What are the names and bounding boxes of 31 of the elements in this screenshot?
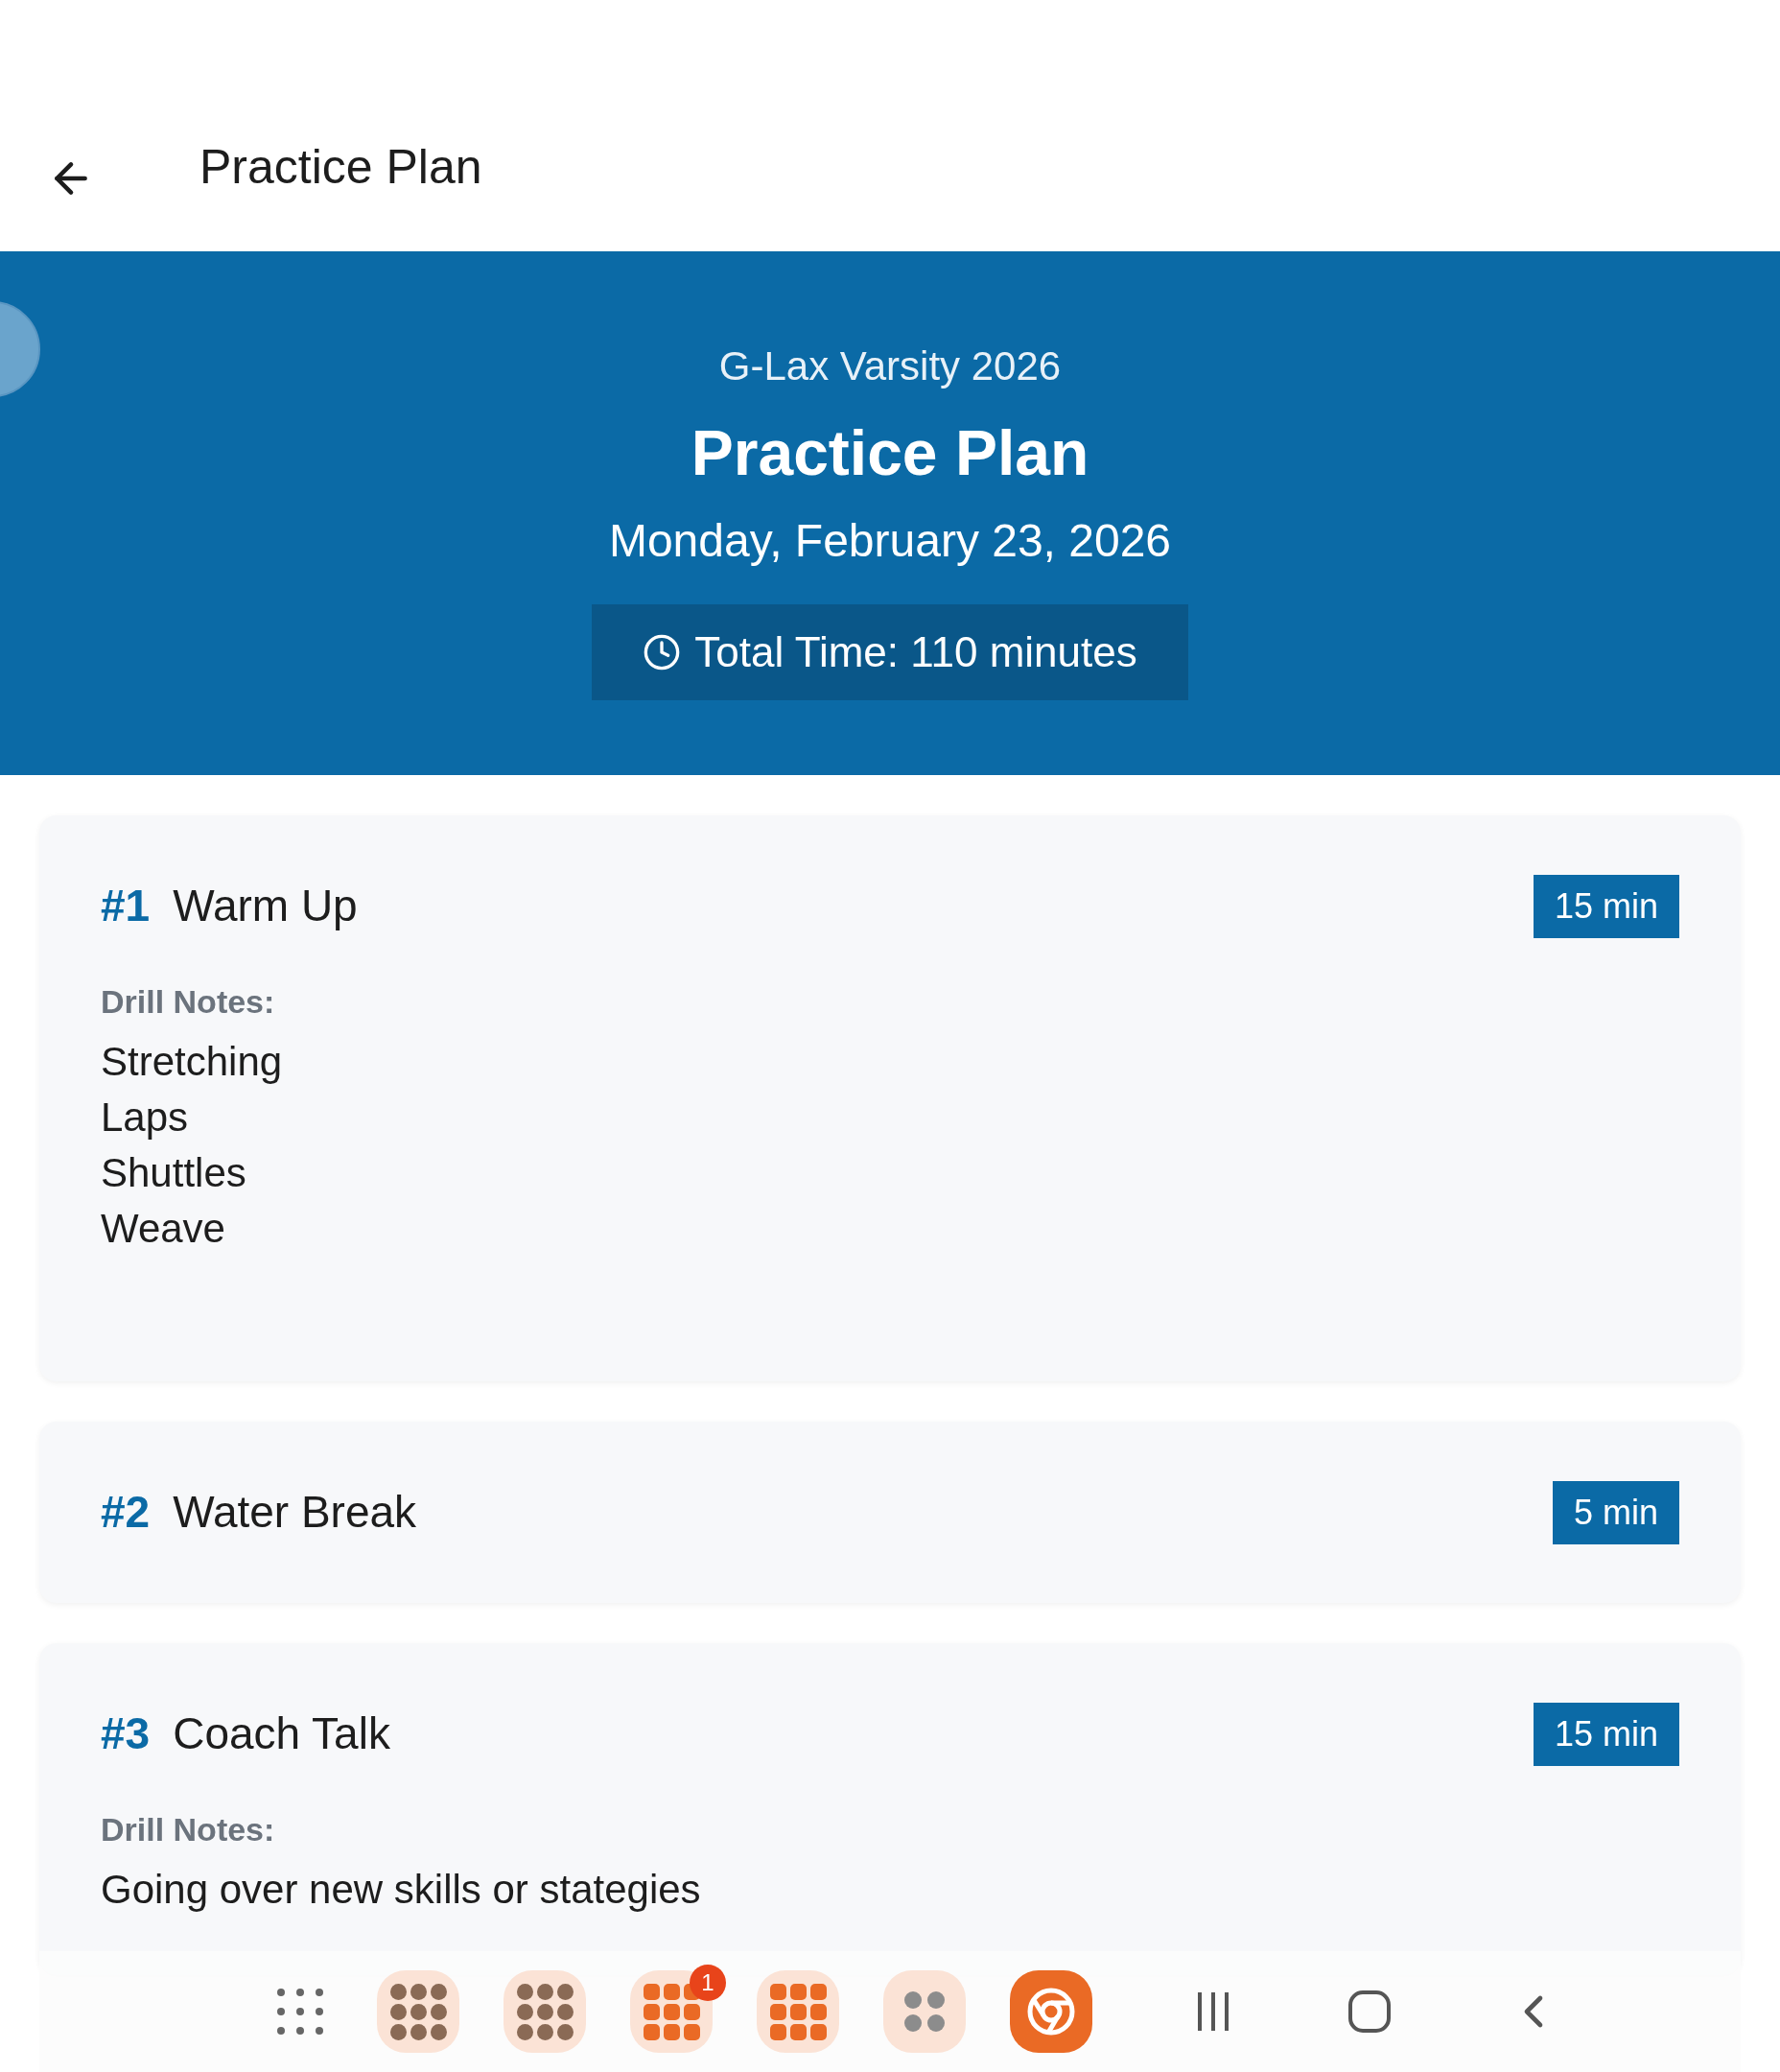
notification-badge: 1	[690, 1965, 726, 2001]
drill-note: Shuttles	[101, 1149, 247, 1197]
drill-title: Warm Up	[173, 880, 358, 932]
drill-note: Stretching	[101, 1038, 284, 1086]
clock-icon	[643, 633, 682, 671]
app-folder-icon[interactable]	[630, 1970, 713, 2053]
notes-label: Drill Notes:	[101, 982, 276, 1022]
drill-note: Laps	[101, 1094, 190, 1142]
drill-title: Coach Talk	[173, 1707, 390, 1760]
app-folder-icon[interactable]	[757, 1970, 839, 2053]
duration-badge: 5 min	[1552, 1480, 1679, 1544]
notes-label: Drill Notes:	[101, 1810, 276, 1849]
drill-number: #2	[101, 1486, 151, 1539]
duration-badge: 15 min	[1533, 1702, 1679, 1766]
page-title: Practice Plan	[199, 139, 482, 196]
app-folder-icon[interactable]	[504, 1970, 586, 2053]
drill-note: Going over new skills or stategies	[101, 1866, 702, 1914]
app-folder-icon[interactable]	[377, 1970, 459, 2053]
drill-number: #3	[101, 1707, 151, 1760]
total-time: Total Time: 110 minutes	[694, 627, 1137, 677]
browser-icon[interactable]	[1010, 1970, 1092, 2053]
duration-badge: 15 min	[1533, 874, 1679, 938]
plan-title: Practice Plan	[691, 416, 1089, 490]
drill-title: Water Break	[173, 1486, 417, 1539]
home-icon[interactable]	[1347, 1990, 1392, 2034]
team-name: G-Lax Varsity 2026	[718, 342, 1062, 390]
app-folder-icon[interactable]	[883, 1970, 966, 2053]
plan-date: Monday, February 23, 2026	[608, 514, 1172, 568]
drill-note: Weave	[101, 1205, 226, 1253]
drill-number: #1	[101, 880, 151, 932]
app-grid-icon[interactable]	[277, 1989, 323, 2035]
